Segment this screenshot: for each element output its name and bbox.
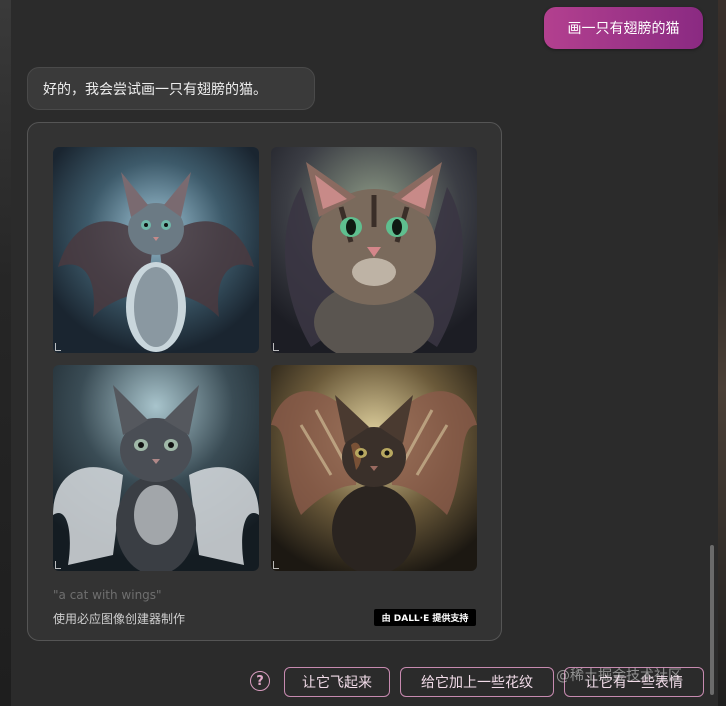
cat-with-wings-image	[53, 147, 259, 353]
suggestion-chip-label: 让它飞起来	[302, 675, 372, 691]
bot-reply-bubble: 好的，我会尝试画一只有翅膀的猫。	[27, 67, 315, 110]
site-watermark: @稀土掘金技术社区	[556, 668, 682, 684]
suggestion-chip-pattern[interactable]: 给它加上一些花纹	[400, 667, 554, 697]
question-circle-icon[interactable]: ?	[250, 671, 270, 691]
left-edge-backdrop	[0, 0, 11, 706]
bot-reply-text: 好的，我会尝试画一只有翅膀的猫。	[43, 81, 267, 98]
cat-with-wings-image	[271, 365, 477, 571]
image-prompt-text: "a cat with wings"	[53, 588, 162, 602]
suggestion-chip-label: 给它加上一些花纹	[421, 675, 533, 691]
dalle-powered-badge[interactable]: 由 DALL·E 提供支持	[374, 609, 476, 626]
image-watermark-icon	[273, 561, 279, 569]
cat-with-wings-image	[271, 147, 477, 353]
cat-image-2[interactable]	[271, 147, 477, 353]
user-message-text: 画一只有翅膀的猫	[567, 21, 680, 37]
scrollbar-thumb[interactable]	[710, 545, 714, 695]
made-with-bing-text[interactable]: 使用必应图像创建器制作	[53, 610, 185, 627]
cat-image-1[interactable]	[53, 147, 259, 353]
image-watermark-icon	[55, 561, 61, 569]
image-watermark-icon	[273, 343, 279, 351]
suggestion-chip-fly[interactable]: 让它飞起来	[284, 667, 390, 697]
cat-image-4[interactable]	[271, 365, 477, 571]
image-watermark-icon	[55, 343, 61, 351]
cat-image-3[interactable]	[53, 365, 259, 571]
user-message-bubble: 画一只有翅膀的猫	[544, 7, 703, 49]
cat-with-wings-image	[53, 365, 259, 571]
right-edge-backdrop	[718, 0, 726, 706]
